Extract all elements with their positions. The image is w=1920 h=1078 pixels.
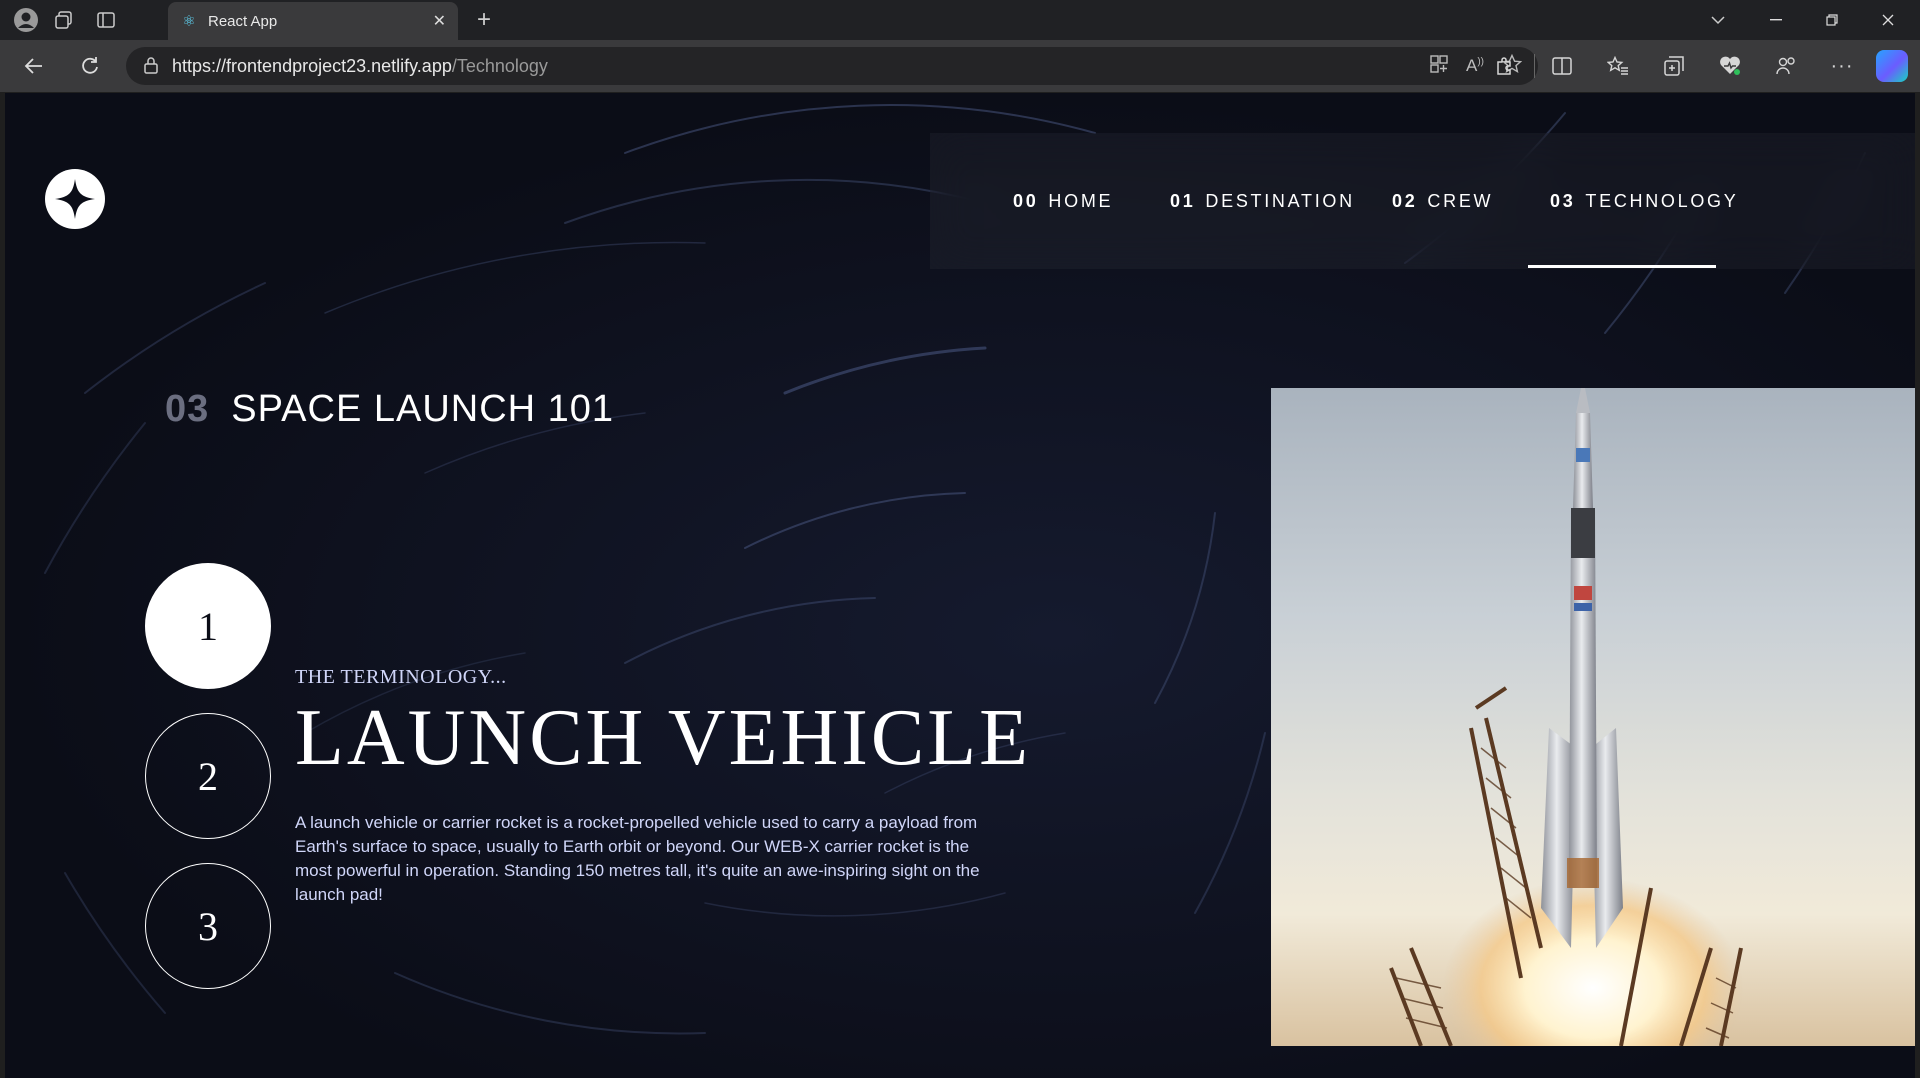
browser-toolbar: https://frontendproject23.netlify.app/Te… [0,40,1920,92]
browser-essentials-icon[interactable] [1714,50,1746,82]
step-button-3[interactable]: 3 [145,863,271,989]
share-icon[interactable] [1770,50,1802,82]
app-available-icon[interactable] [1430,54,1448,78]
collections-icon[interactable] [1658,50,1690,82]
nav-item-crew[interactable]: 02 CREW [1392,133,1493,269]
nav-item-destination[interactable]: 01 DESTINATION [1170,133,1355,269]
workspaces-icon[interactable] [48,4,80,36]
nav-label: HOME [1048,190,1114,211]
lock-icon[interactable] [144,56,158,78]
main-navigation: 00 HOME 01 DESTINATION 02 CREW 03 TECHNOLOGY [930,133,1915,269]
tab-title: React App [208,12,278,30]
page-viewport: 00 HOME 01 DESTINATION 02 CREW 03 TECHNOLOGY… [5,93,1915,1078]
nav-active-indicator [1528,265,1716,268]
extensions-icon[interactable] [1488,50,1520,82]
browser-tab-active[interactable]: ⚛ React App ✕ [168,2,458,40]
close-window-icon[interactable] [1860,4,1916,36]
more-menu-icon[interactable]: ··· [1826,50,1858,82]
nav-number: 00 [1013,190,1039,211]
nav-label: CREW [1427,190,1494,211]
rocket-launch-photo [1271,388,1915,1046]
restore-icon[interactable] [1804,4,1860,36]
nav-label: TECHNOLOGY [1585,190,1739,211]
favorites-icon[interactable] [1602,50,1634,82]
nav-item-home[interactable]: 00 HOME [1013,133,1113,269]
copilot-icon[interactable] [1876,50,1908,82]
url-host: https://frontendproject23.netlify.app [172,55,452,76]
split-screen-icon[interactable] [1546,50,1578,82]
nav-number: 02 [1392,190,1418,211]
browser-tab-strip: ⚛ React App ✕ + [0,0,1920,40]
nav-item-technology[interactable]: 03 TECHNOLOGY [1550,133,1738,269]
back-arrow-icon[interactable] [18,50,50,82]
nav-number: 03 [1550,190,1576,211]
minimize-icon[interactable] [1748,4,1804,36]
vertical-tabs-icon[interactable] [90,4,122,36]
close-tab-icon[interactable]: ✕ [433,11,446,31]
star-logo-icon[interactable] [45,169,105,229]
tab-actions-chevron-icon[interactable] [1702,4,1734,36]
step-button-1[interactable]: 1 [145,563,271,689]
heading-text: SPACE LAUNCH 101 [231,388,615,430]
read-aloud-icon[interactable]: A)) [1466,56,1484,76]
refresh-icon[interactable] [74,50,106,82]
heading-number: 03 [165,388,210,430]
technology-description: A launch vehicle or carrier rocket is a … [295,813,980,904]
address-bar[interactable]: https://frontendproject23.netlify.app/Te… [126,47,1538,85]
new-tab-icon[interactable]: + [468,4,500,36]
url-path: /Technology [451,55,548,76]
toolbar-divider [1534,54,1535,78]
step-button-2[interactable]: 2 [145,713,271,839]
page-heading: 03 SPACE LAUNCH 101 [165,388,614,431]
terminology-subtitle: THE TERMINOLOGY... [295,666,507,688]
react-icon: ⚛ [182,13,196,30]
profile-icon[interactable] [10,4,42,36]
nav-label: DESTINATION [1205,190,1355,211]
technology-title: LAUNCH VEHICLE [295,694,1032,782]
nav-number: 01 [1170,190,1196,211]
